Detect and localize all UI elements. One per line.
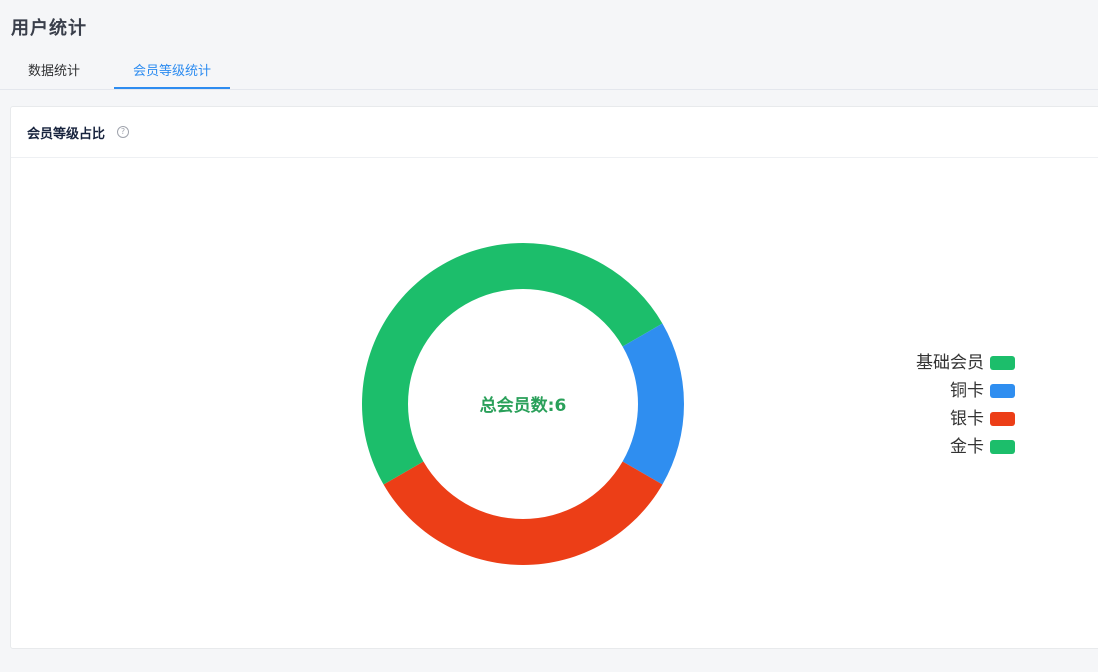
legend-swatch-2[interactable] bbox=[990, 384, 1015, 398]
chart-legend: 基础会员铜卡银卡金卡 bbox=[916, 353, 1015, 457]
donut-slice-2[interactable] bbox=[622, 323, 685, 485]
tab-member-level-statistics[interactable]: 会员等级统计 bbox=[114, 55, 230, 89]
legend-label-2: 铜卡 bbox=[950, 381, 984, 401]
donut-chart: 总会员数:6 基础会员铜卡银卡金卡 bbox=[362, 243, 1015, 566]
tab-bar: 数据统计 会员等级统计 bbox=[0, 55, 1098, 90]
legend-label-3: 银卡 bbox=[950, 409, 984, 429]
legend-swatch-1[interactable] bbox=[990, 356, 1015, 370]
legend-swatch-3[interactable] bbox=[990, 412, 1015, 426]
member-level-card: 会员等级占比 ? 总会员数:6 基础会员 铜卡 银卡 金卡 bbox=[10, 106, 1098, 649]
donut-slice-4[interactable] bbox=[523, 243, 663, 347]
donut-center-label: 总会员数:6 bbox=[480, 395, 567, 416]
donut-slice-3[interactable] bbox=[383, 461, 663, 566]
donut-slice-1[interactable] bbox=[362, 243, 523, 485]
page-title: 用户统计 bbox=[11, 18, 87, 39]
legend-swatch-4[interactable] bbox=[990, 440, 1015, 454]
legend-label-4: 金卡 bbox=[950, 437, 984, 457]
legend-label-1: 基础会员 bbox=[916, 353, 984, 373]
active-tab-indicator bbox=[114, 87, 230, 89]
tab-data-statistics[interactable]: 数据统计 bbox=[10, 55, 98, 89]
